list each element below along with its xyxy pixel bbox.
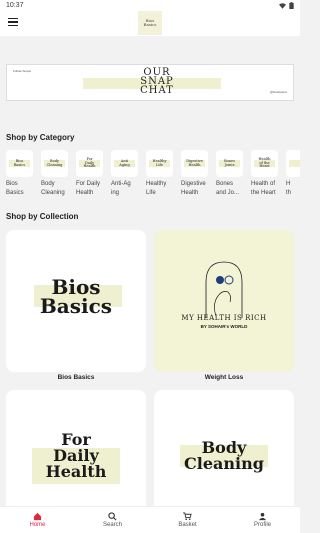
hamburger-menu-icon[interactable] bbox=[8, 16, 20, 28]
status-bar: 10:37 bbox=[0, 0, 300, 11]
banner-bottom-right-text: @biosbasics bbox=[269, 90, 287, 94]
profile-icon bbox=[258, 512, 267, 521]
category-thumb: For Daily Health bbox=[76, 150, 103, 177]
category-item[interactable]: For Daily Health For Daily Health bbox=[76, 150, 107, 198]
logo-text: Bios Basics bbox=[143, 17, 157, 27]
collection-label[interactable]: Weight Loss bbox=[154, 374, 294, 381]
category-label: Bones and Jo... bbox=[216, 181, 240, 196]
category-item[interactable]: Health of the Heart Health of the Heart bbox=[251, 150, 282, 198]
home-icon bbox=[33, 512, 42, 521]
collection-label[interactable]: Bios Basics bbox=[6, 374, 146, 381]
category-label: Health of the Heart bbox=[251, 181, 276, 196]
cart-icon bbox=[183, 512, 192, 521]
category-item[interactable]: Healthy Life Healthy Life bbox=[146, 150, 177, 198]
collection-card-bios-basics[interactable]: Bios Basics bbox=[6, 230, 146, 372]
nav-profile[interactable]: Profile bbox=[225, 507, 300, 533]
category-label: Bios Basics bbox=[6, 181, 24, 196]
collection-card-text: For Daily Health bbox=[45, 430, 107, 481]
category-section-title: Shop by Category bbox=[6, 133, 75, 142]
collection-card-text: Body Cleaning bbox=[184, 438, 264, 473]
nav-search[interactable]: Search bbox=[75, 507, 150, 533]
battery-icon bbox=[289, 2, 294, 9]
category-thumb: Body Cleaning bbox=[41, 150, 68, 177]
collection-card-subtitle: BY SOHAIR's WORLD bbox=[200, 324, 248, 329]
brand-logo[interactable]: Bios Basics bbox=[138, 11, 162, 35]
collection-card-text: Bios Basics bbox=[39, 275, 113, 318]
category-thumb: Bones Joints bbox=[216, 150, 243, 177]
category-row: Bios Basics Bios Basics Body Cleaning Bo… bbox=[6, 150, 300, 200]
category-thumb: Healthy Life bbox=[146, 150, 173, 177]
collection-card-weight-loss[interactable]: MY HEALTH IS RICH BY SOHAIR's WORLD bbox=[154, 230, 294, 372]
category-item[interactable]: Anti Aging Anti-Ag ing bbox=[111, 150, 142, 198]
wifi-icon bbox=[279, 2, 286, 9]
app-bar: Bios Basics bbox=[0, 11, 300, 36]
category-label: For Daily Health bbox=[76, 181, 101, 196]
nav-basket[interactable]: Basket bbox=[150, 507, 225, 533]
banner-top-left-text: Follow Snaps bbox=[13, 69, 32, 73]
promo-banner[interactable]: Follow Snaps OUR SNAP CHAT @biosbasics bbox=[6, 64, 294, 101]
bottom-navigation: Home Search Basket Profile bbox=[0, 506, 300, 533]
nav-label: Search bbox=[102, 522, 122, 528]
category-label: Anti-Ag ing bbox=[111, 181, 131, 196]
category-item[interactable]: Bones Joints Bones and Jo... bbox=[216, 150, 247, 198]
status-icons bbox=[279, 2, 294, 9]
collection-section-title: Shop by Collection bbox=[6, 212, 79, 221]
nav-home[interactable]: Home bbox=[0, 507, 75, 533]
status-time: 10:37 bbox=[6, 2, 24, 9]
category-item[interactable]: Digestive Health Digestive Health bbox=[181, 150, 212, 198]
category-item[interactable]: Bios Basics Bios Basics bbox=[6, 150, 37, 198]
collection-card-title: MY HEALTH IS RICH bbox=[181, 314, 267, 322]
category-item[interactable]: Body Cleaning Body Cleaning bbox=[41, 150, 72, 198]
category-thumb bbox=[286, 150, 300, 177]
banner-title: OUR SNAP CHAT bbox=[140, 67, 174, 96]
category-thumb: Anti Aging bbox=[111, 150, 138, 177]
category-label: Healthy Life bbox=[146, 181, 167, 196]
category-thumb: Bios Basics bbox=[6, 150, 33, 177]
hand-moon-illustration bbox=[205, 261, 243, 318]
category-label: H th bbox=[286, 181, 292, 196]
category-thumb: Digestive Health bbox=[181, 150, 208, 177]
nav-label: Profile bbox=[253, 522, 271, 528]
category-thumb: Health of the Heart bbox=[251, 150, 278, 177]
nav-label: Basket bbox=[178, 522, 197, 528]
nav-label: Home bbox=[29, 522, 46, 528]
category-label: Digestive Health bbox=[181, 181, 206, 196]
category-label: Body Cleaning bbox=[41, 181, 65, 196]
category-item[interactable]: H th bbox=[286, 150, 300, 198]
search-icon bbox=[108, 512, 117, 521]
